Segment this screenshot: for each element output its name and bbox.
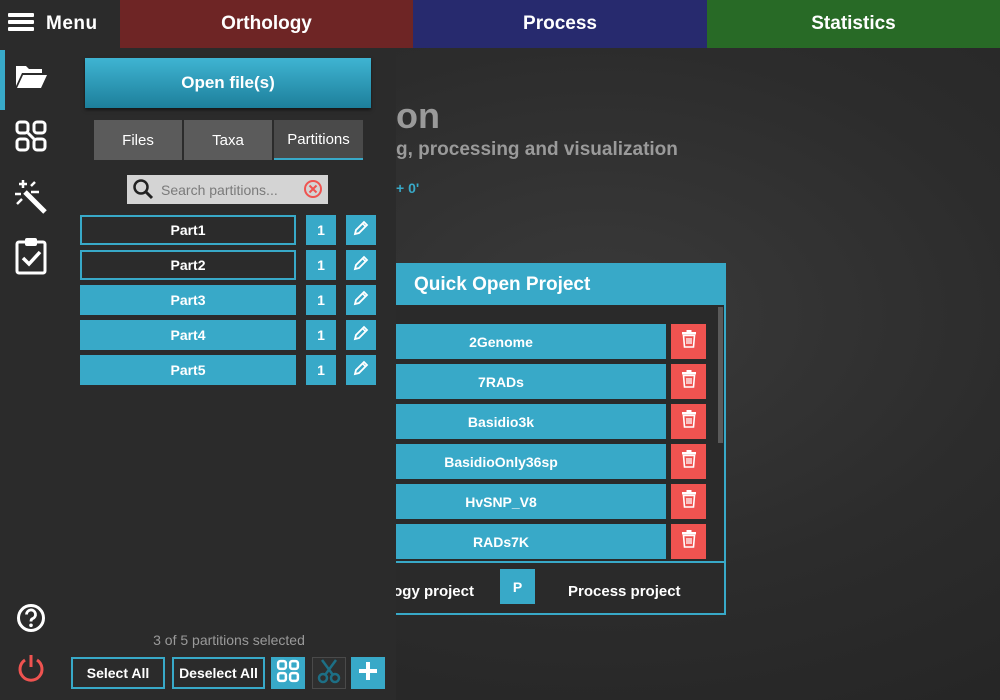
scissors-icon — [316, 658, 342, 689]
left-rail — [0, 48, 62, 700]
pencil-icon — [352, 254, 370, 277]
rail-tasks[interactable] — [0, 230, 62, 286]
edit-partition-button[interactable] — [346, 285, 376, 315]
partition-search-input[interactable] — [161, 179, 297, 200]
welcome-subtitle: g, processing and visualization — [396, 139, 678, 160]
hamburger-icon — [8, 11, 34, 38]
top-bar: Menu Orthology Process Statistics — [0, 0, 1000, 48]
partition-name[interactable]: Part3 — [80, 285, 296, 315]
add-partition-button[interactable] — [351, 657, 385, 689]
edit-partition-button[interactable] — [346, 215, 376, 245]
clipboard-check-icon — [15, 237, 47, 280]
search-icon — [132, 178, 154, 205]
edit-partition-button[interactable] — [346, 250, 376, 280]
delete-project-button[interactable] — [671, 324, 706, 359]
open-files-button[interactable]: Open file(s) — [85, 58, 371, 108]
file-side-panel: Open file(s) Files Taxa Partitions Part1… — [62, 48, 396, 700]
tab-statistics[interactable]: Statistics — [707, 0, 1000, 48]
partitions-icon — [14, 119, 48, 158]
folder-open-icon — [14, 62, 48, 95]
quick-open-scrollbar[interactable] — [718, 307, 723, 443]
trash-icon — [681, 450, 697, 473]
trash-icon — [681, 410, 697, 433]
partition-name[interactable]: Part4 — [80, 320, 296, 350]
partition-row[interactable]: Part1 1 — [80, 215, 376, 245]
select-all-button[interactable]: Select All — [71, 657, 165, 689]
delete-project-button[interactable] — [671, 524, 706, 559]
partition-name[interactable]: Part5 — [80, 355, 296, 385]
plus-icon — [357, 660, 379, 687]
welcome-title: on — [396, 95, 440, 136]
process-project-button[interactable]: Process project — [568, 583, 681, 600]
rail-process[interactable] — [0, 170, 62, 226]
help-icon — [16, 603, 46, 638]
welcome-version: + 0' — [396, 180, 420, 196]
pencil-icon — [352, 219, 370, 242]
rail-help[interactable] — [0, 592, 62, 648]
delete-project-button[interactable] — [671, 364, 706, 399]
partition-count-badge[interactable]: 1 — [306, 320, 336, 350]
partition-count-badge[interactable]: 1 — [306, 215, 336, 245]
partition-row[interactable]: Part5 1 — [80, 355, 376, 385]
delete-project-button[interactable] — [671, 404, 706, 439]
tab-files[interactable]: Files — [94, 120, 182, 160]
edit-partition-button[interactable] — [346, 320, 376, 350]
partition-search-box — [127, 175, 328, 204]
partition-row[interactable]: Part4 1 — [80, 320, 376, 350]
menu-label: Menu — [46, 13, 98, 34]
clear-search-icon[interactable] — [303, 179, 323, 204]
merge-partitions-button[interactable] — [271, 657, 305, 689]
partition-count-badge[interactable]: 1 — [306, 355, 336, 385]
trash-icon — [681, 370, 697, 393]
partition-count-badge[interactable]: 1 — [306, 250, 336, 280]
process-project-badge[interactable]: P — [500, 569, 535, 604]
partition-name[interactable]: Part2 — [80, 250, 296, 280]
edit-partition-button[interactable] — [346, 355, 376, 385]
pencil-icon — [352, 359, 370, 382]
tab-taxa[interactable]: Taxa — [184, 120, 272, 160]
tab-process[interactable]: Process — [413, 0, 707, 48]
trash-icon — [681, 330, 697, 353]
delete-project-button[interactable] — [671, 484, 706, 519]
power-icon — [17, 653, 45, 688]
tab-partitions[interactable]: Partitions — [274, 120, 363, 160]
rail-power[interactable] — [0, 642, 62, 698]
delete-project-button[interactable] — [671, 444, 706, 479]
tab-orthology[interactable]: Orthology — [120, 0, 413, 48]
partition-name[interactable]: Part1 — [80, 215, 296, 245]
pencil-icon — [352, 289, 370, 312]
magic-wand-icon — [13, 178, 49, 219]
trash-icon — [681, 530, 697, 553]
selection-status: 3 of 5 partitions selected — [153, 632, 305, 648]
partitions-icon — [276, 659, 300, 688]
partition-row[interactable]: Part3 1 — [80, 285, 376, 315]
deselect-all-button[interactable]: Deselect All — [172, 657, 265, 689]
trash-icon — [681, 490, 697, 513]
partition-row[interactable]: Part2 1 — [80, 250, 376, 280]
menu-button[interactable]: Menu — [0, 0, 120, 48]
split-partitions-button[interactable] — [312, 657, 346, 689]
rail-open-files[interactable] — [0, 50, 62, 110]
partition-count-badge[interactable]: 1 — [306, 285, 336, 315]
pencil-icon — [352, 324, 370, 347]
rail-partitions[interactable] — [0, 110, 62, 166]
